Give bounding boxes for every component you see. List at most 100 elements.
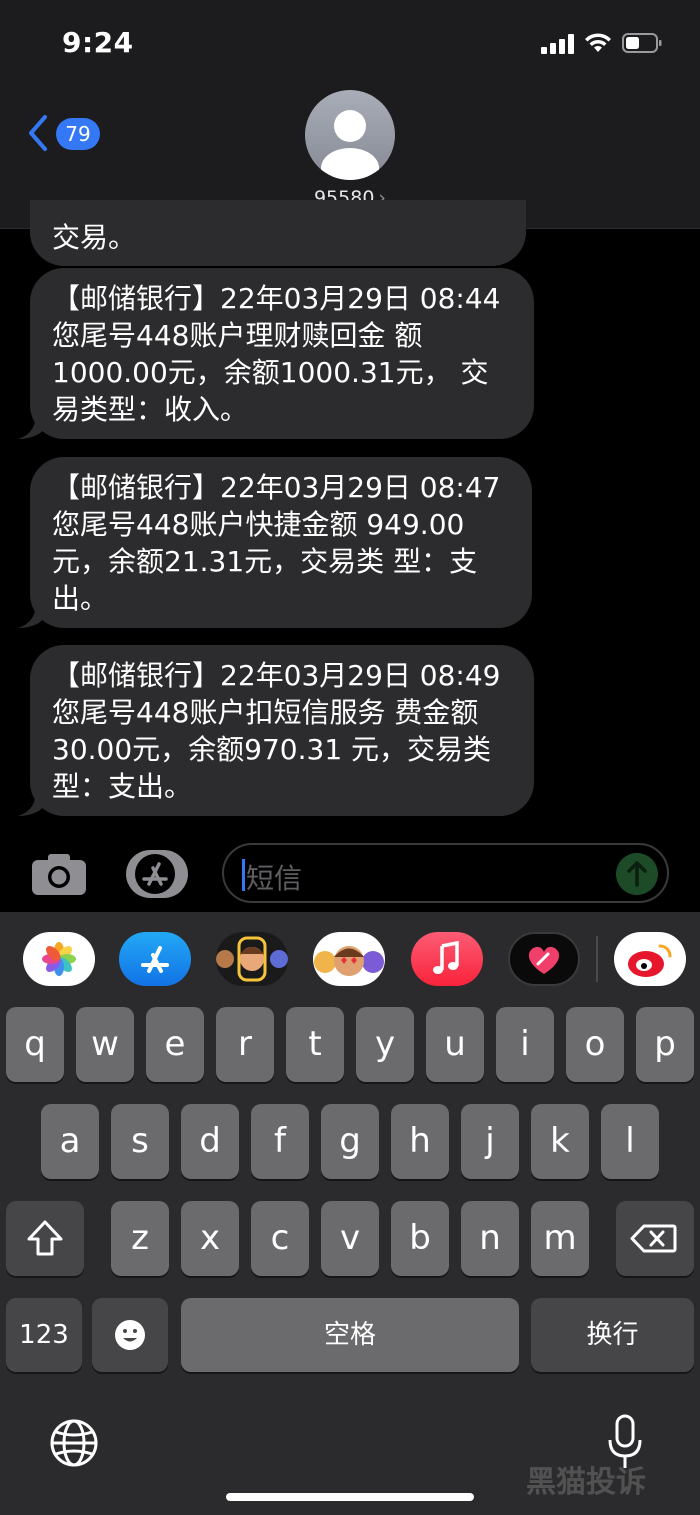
app-store-apps-icon[interactable] (125, 849, 189, 899)
key-u-label: u (444, 1024, 466, 1064)
key-v-label: v (339, 1218, 361, 1258)
key-b-label: b (409, 1218, 431, 1258)
key-y[interactable]: y (356, 1007, 414, 1082)
unread-count-badge: 79 (56, 118, 100, 150)
photos-app-icon[interactable] (23, 932, 95, 986)
key-l[interactable]: l (601, 1104, 659, 1179)
camera-icon[interactable] (31, 852, 87, 896)
input-placeholder: 短信 (246, 862, 303, 895)
key-e[interactable]: e (146, 1007, 204, 1082)
memoji-app-icon[interactable] (216, 932, 288, 986)
key-d-label: d (199, 1121, 221, 1161)
key-u[interactable]: u (426, 1007, 484, 1082)
key-f-label: f (274, 1121, 286, 1161)
key-r[interactable]: r (216, 1007, 274, 1082)
key-y-label: y (374, 1024, 396, 1064)
message-line: 【邮储银行】22年03月29日 (52, 471, 411, 504)
key-n-label: n (479, 1218, 501, 1258)
key-f[interactable]: f (251, 1104, 309, 1179)
key-s[interactable]: s (111, 1104, 169, 1179)
delete-key[interactable] (616, 1201, 694, 1276)
text-cursor (242, 859, 245, 891)
shift-key[interactable] (6, 1201, 84, 1276)
watermark-logo: 黑猫投诉 (526, 1465, 646, 1500)
globe-icon[interactable] (48, 1417, 100, 1469)
key-m[interactable]: m (531, 1201, 589, 1276)
key-c[interactable]: c (251, 1201, 309, 1276)
keyboard: q w e r t y u i o p a s d f g h j k l z x c v b n m 123 空格 换行 (0, 912, 700, 1515)
key-k[interactable]: k (531, 1104, 589, 1179)
emoji-smiley-icon (115, 1320, 145, 1350)
key-x-label: x (199, 1218, 221, 1258)
message-line: 【邮储银行】22年03月29日 (52, 659, 411, 692)
key-c-label: c (270, 1218, 290, 1258)
return-key[interactable]: 换行 (531, 1298, 694, 1372)
numbers-key[interactable]: 123 (6, 1298, 82, 1372)
key-a[interactable]: a (41, 1104, 99, 1179)
key-o[interactable]: o (566, 1007, 624, 1082)
space-key[interactable]: 空格 (181, 1298, 519, 1372)
music-app-icon[interactable] (411, 932, 483, 986)
contact-avatar[interactable] (305, 90, 395, 180)
key-q-label: q (24, 1024, 46, 1064)
key-o-label: o (584, 1024, 606, 1064)
key-g[interactable]: g (321, 1104, 379, 1179)
animoji-app-icon[interactable] (313, 932, 385, 986)
wifi-icon (585, 33, 611, 52)
key-a-label: a (59, 1121, 81, 1161)
home-indicator[interactable] (226, 1493, 474, 1501)
key-e-label: e (164, 1024, 186, 1064)
key-j-label: j (485, 1121, 495, 1161)
key-i-label: i (520, 1024, 530, 1064)
key-q[interactable]: q (6, 1007, 64, 1082)
app-store-app-icon[interactable] (119, 932, 191, 986)
key-v[interactable]: v (321, 1201, 379, 1276)
key-b[interactable]: b (391, 1201, 449, 1276)
delete-backspace-icon (630, 1224, 677, 1253)
message-bubble[interactable]: 【邮储银行】22年03月29日 08:44您尾号448账户理财赎回金 额1000… (30, 268, 534, 439)
key-h-label: h (409, 1121, 431, 1161)
key-g-label: g (339, 1121, 361, 1161)
key-k-label: k (550, 1121, 570, 1161)
key-w[interactable]: w (76, 1007, 134, 1082)
key-t-label: t (308, 1024, 322, 1064)
key-n[interactable]: n (461, 1201, 519, 1276)
key-h[interactable]: h (391, 1104, 449, 1179)
numbers-key-label: 123 (19, 1320, 69, 1350)
key-j[interactable]: j (461, 1104, 519, 1179)
status-time: 9:24 (62, 26, 134, 59)
send-arrow-icon[interactable] (616, 853, 658, 895)
key-m-label: m (543, 1218, 577, 1258)
key-x[interactable]: x (181, 1201, 239, 1276)
key-r-label: r (238, 1024, 252, 1064)
key-s-label: s (131, 1121, 149, 1161)
imessage-app-strip (0, 912, 700, 1004)
message-line: 【邮储银行】22年03月29日 (52, 282, 411, 315)
app-strip-divider (596, 936, 598, 982)
space-key-label: 空格 (323, 1320, 376, 1350)
key-t[interactable]: t (286, 1007, 344, 1082)
key-p-label: p (654, 1024, 676, 1064)
shift-arrow-icon (27, 1220, 63, 1256)
message-input[interactable]: 短信 (222, 843, 669, 903)
key-d[interactable]: d (181, 1104, 239, 1179)
emoji-key[interactable] (92, 1298, 168, 1372)
key-p[interactable]: p (636, 1007, 694, 1082)
message-bubble[interactable]: 【邮储银行】22年03月29日 08:47您尾号448账户快捷金额 949.00… (30, 457, 532, 628)
message-text: 交易。 (52, 221, 137, 254)
key-w-label: w (91, 1024, 119, 1064)
back-button[interactable]: 79 (28, 112, 108, 158)
key-z[interactable]: z (111, 1201, 169, 1276)
message-bubble-partial[interactable]: 交易。 (30, 200, 526, 266)
chevron-left-icon (29, 115, 47, 151)
key-i[interactable]: i (496, 1007, 554, 1082)
key-z-label: z (131, 1218, 149, 1258)
digital-touch-app-icon[interactable] (508, 932, 580, 986)
battery-icon (622, 33, 662, 53)
weibo-app-icon[interactable] (614, 932, 686, 986)
return-key-label: 换行 (586, 1320, 639, 1350)
message-bubble[interactable]: 【邮储银行】22年03月29日 08:49您尾号448账户扣短信服务 费金额30… (30, 645, 534, 816)
key-l-label: l (625, 1121, 635, 1161)
person-silhouette-icon (321, 110, 379, 180)
cellular-signal-icon (541, 34, 575, 54)
